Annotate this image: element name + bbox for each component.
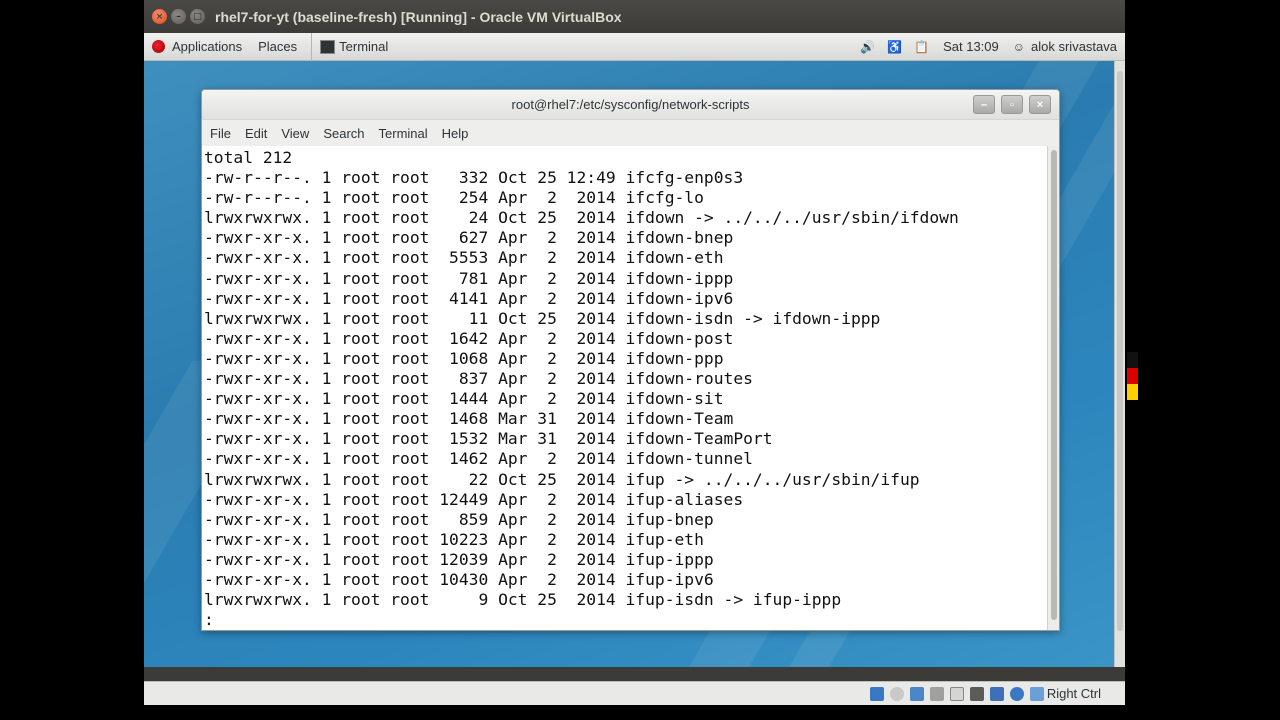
host-key-label: Right Ctrl [1046, 686, 1101, 701]
menu-terminal[interactable]: Terminal [372, 126, 435, 141]
apps-icon [152, 40, 165, 53]
terminal-line: -rwxr-xr-x. 1 root root 5553 Apr 2 2014 … [204, 248, 724, 268]
vt-x-icon[interactable] [989, 686, 1004, 701]
menu-help[interactable]: Help [435, 126, 476, 141]
user-menu[interactable]: alok srivastava [1031, 33, 1125, 61]
terminal-line: lrwxrwxrwx. 1 root root 9 Oct 25 2014 if… [204, 590, 842, 610]
applications-menu[interactable]: Applications [144, 33, 250, 61]
terminal-line: total 212 [204, 148, 293, 167]
edge-artifact [1127, 368, 1138, 384]
terminal-output[interactable]: total 212 -rw-r--r--. 1 root root 332 Oct… [202, 146, 1049, 630]
menu-edit[interactable]: Edit [238, 126, 274, 141]
volume-icon[interactable]: 🔊 [860, 40, 875, 54]
clock[interactable]: Sat 13:09 [935, 33, 1007, 61]
minimize-button[interactable]: – [973, 95, 995, 114]
terminal-scrollbar[interactable] [1047, 146, 1059, 630]
virtualbox-statusbar: Right Ctrl [144, 681, 1125, 705]
close-icon[interactable]: × [152, 9, 167, 24]
terminal-line: -rwxr-xr-x. 1 root root 1642 Apr 2 2014 … [204, 328, 734, 348]
terminal-line: -rwxr-xr-x. 1 root root 859 Apr 2 2014 i… [204, 509, 714, 529]
terminal-line: -rwxr-xr-x. 1 root root 12039 Apr 2 2014… [204, 549, 714, 569]
terminal-line: -rwxr-xr-x. 1 root root 837 Apr 2 2014 i… [204, 369, 753, 389]
terminal-title: root@rhel7:/etc/sysconfig/network-script… [511, 97, 750, 112]
host-desktop-edge [1125, 0, 1280, 720]
guest-display[interactable]: Applications Places Terminal 🔊 ♿ 📋 Sat 1… [144, 33, 1125, 667]
clipboard-icon[interactable]: 📋 [914, 40, 929, 54]
places-menu[interactable]: Places [250, 33, 305, 61]
terminal-menubar: File Edit View Search Terminal Help [202, 120, 1059, 146]
terminal-line: -rwxr-xr-x. 1 root root 4141 Apr 2 2014 … [204, 288, 734, 308]
terminal-line: -rw-r--r--. 1 root root 332 Oct 25 12:49… [204, 168, 744, 188]
terminal-line: -rwxr-xr-x. 1 root root 1068 Apr 2 2014 … [204, 348, 724, 368]
terminal-window: root@rhel7:/etc/sysconfig/network-script… [201, 89, 1060, 631]
terminal-line: lrwxrwxrwx. 1 root root 11 Oct 25 2014 i… [204, 308, 881, 328]
mouse-integration-icon[interactable] [1009, 686, 1024, 701]
virtualbox-window: × – □ rhel7-for-yt (baseline-fresh) [Run… [144, 0, 1125, 705]
guest-vertical-scrollbar[interactable] [1114, 61, 1125, 667]
menu-file[interactable]: File [202, 126, 238, 141]
terminal-line: -rwxr-xr-x. 1 root root 627 Apr 2 2014 i… [204, 228, 734, 248]
taskbar-terminal[interactable]: Terminal [311, 33, 396, 61]
edge-artifact [1127, 352, 1138, 368]
window-title: rhel7-for-yt (baseline-fresh) [Running] … [215, 8, 622, 25]
panel-status-area: 🔊 ♿ 📋 Sat 13:09 ☺ alok srivastava [854, 33, 1125, 61]
places-label: Places [258, 39, 298, 54]
maximize-button[interactable]: ▫ [1001, 95, 1023, 114]
shared-folder-icon[interactable] [929, 686, 944, 701]
edge-artifact [1127, 384, 1138, 400]
terminal-titlebar[interactable]: root@rhel7:/etc/sysconfig/network-script… [202, 90, 1059, 120]
terminal-line: -rwxr-xr-x. 1 root root 1462 Apr 2 2014 … [204, 449, 753, 469]
gnome-top-panel: Applications Places Terminal 🔊 ♿ 📋 Sat 1… [144, 33, 1125, 61]
virtualbox-titlebar: × – □ rhel7-for-yt (baseline-fresh) [Run… [144, 0, 1125, 33]
terminal-line: -rwxr-xr-x. 1 root root 1444 Apr 2 2014 … [204, 389, 724, 409]
terminal-window-controls: – ▫ × [967, 95, 1051, 114]
terminal-line: -rwxr-xr-x. 1 root root 12449 Apr 2 2014… [204, 489, 744, 509]
close-button[interactable]: × [1029, 95, 1051, 114]
minimize-icon[interactable]: – [171, 9, 186, 24]
hdd-icon[interactable] [869, 686, 884, 701]
optical-drive-icon[interactable] [889, 686, 904, 701]
applications-label: Applications [172, 39, 243, 54]
terminal-line: : [204, 610, 214, 630]
maximize-icon[interactable]: □ [190, 9, 205, 24]
video-capture-icon[interactable] [969, 686, 984, 701]
terminal-line: lrwxrwxrwx. 1 root root 24 Oct 25 2014 i… [204, 208, 959, 228]
display-icon[interactable] [949, 686, 964, 701]
terminal-line: -rw-r--r--. 1 root root 254 Apr 2 2014 i… [204, 188, 704, 208]
menu-search[interactable]: Search [316, 126, 371, 141]
menu-view[interactable]: View [274, 126, 316, 141]
accessibility-icon[interactable]: ♿ [887, 40, 902, 54]
taskbar-terminal-label: Terminal [339, 39, 389, 54]
usb-icon[interactable] [909, 686, 924, 701]
terminal-line: -rwxr-xr-x. 1 root root 1468 Mar 31 2014… [204, 409, 734, 429]
terminal-line: -rwxr-xr-x. 1 root root 781 Apr 2 2014 i… [204, 268, 734, 288]
host-key-icon [1029, 686, 1044, 701]
terminal-line: -rwxr-xr-x. 1 root root 1532 Mar 31 2014… [204, 429, 773, 449]
terminal-lines: total 212 -rw-r--r--. 1 root root 332 Oct… [202, 146, 1049, 630]
terminal-line: lrwxrwxrwx. 1 root root 22 Oct 25 2014 i… [204, 469, 920, 489]
user-icon: ☺ [1012, 39, 1026, 54]
terminal-icon [320, 39, 336, 54]
terminal-line: -rwxr-xr-x. 1 root root 10430 Apr 2 2014… [204, 569, 714, 589]
terminal-line: -rwxr-xr-x. 1 root root 10223 Apr 2 2014… [204, 529, 704, 549]
